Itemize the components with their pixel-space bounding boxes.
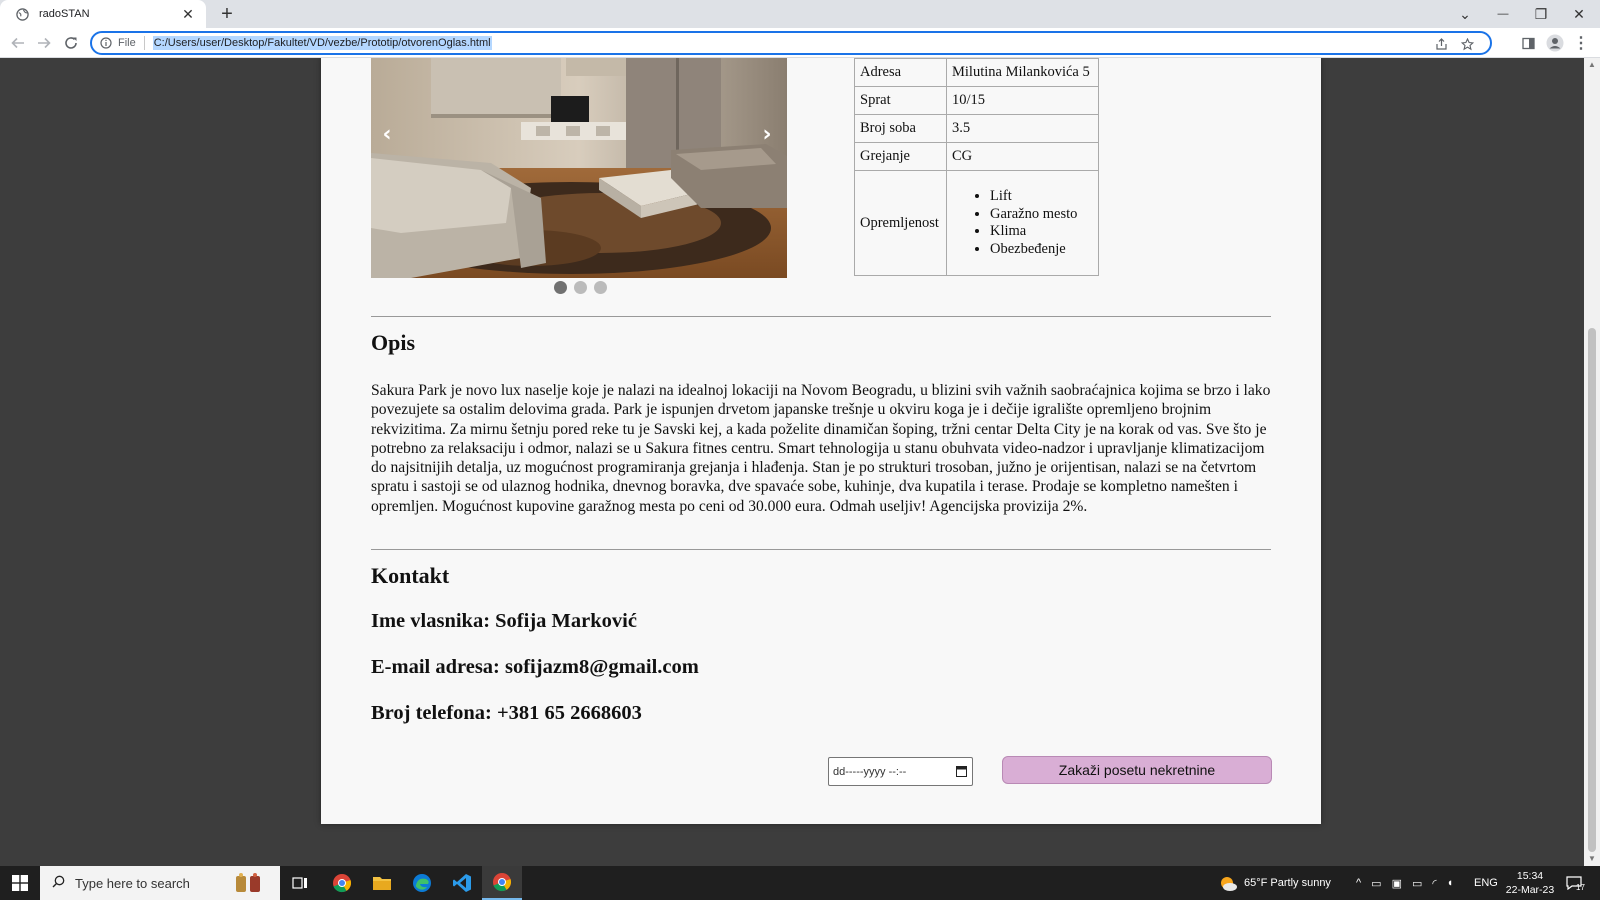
- search-placeholder: Type here to search: [75, 875, 190, 891]
- clock-date: 22-Mar-23: [1505, 884, 1555, 896]
- site-info-button[interactable]: File: [100, 36, 145, 50]
- chrome-active-app-icon[interactable]: [482, 866, 522, 900]
- globe-icon: [16, 7, 30, 21]
- notification-center[interactable]: 17: [1566, 866, 1585, 900]
- language-indicator[interactable]: ENG: [1474, 866, 1498, 900]
- apartment-photo: [371, 58, 787, 278]
- slider-dot-1[interactable]: [554, 281, 567, 294]
- search-highlight-icon: [232, 872, 266, 897]
- meet-now-icon[interactable]: ▭: [1371, 877, 1381, 890]
- owner-email: E-mail adresa: sofijazm8@gmail.com: [371, 656, 699, 678]
- weather-text: 65°F Partly sunny: [1244, 877, 1331, 889]
- side-panel-icon[interactable]: [1517, 32, 1539, 54]
- address-bar[interactable]: File C:/Users/user/Desktop/Fakultet/VD/v…: [90, 31, 1492, 55]
- taskbar-clock[interactable]: 15:34 22-Mar-23: [1502, 869, 1558, 897]
- browser-tab[interactable]: radoSTAN ✕: [0, 0, 206, 28]
- scroll-thumb[interactable]: [1588, 328, 1596, 852]
- image-slider: ‹ ›: [371, 58, 787, 278]
- menu-kebab-icon[interactable]: ⋮: [1570, 32, 1592, 54]
- site-info-label: File: [118, 37, 136, 49]
- scroll-down-icon[interactable]: ▼: [1588, 854, 1596, 863]
- chevron-up-icon[interactable]: ^: [1356, 877, 1361, 889]
- battery-icon[interactable]: ▭: [1412, 877, 1422, 890]
- display-icon[interactable]: ▣: [1392, 877, 1402, 890]
- equipment-list: Lift Garažno mesto Klima Obezbeđenje: [952, 188, 1093, 258]
- scroll-up-icon[interactable]: ▲: [1588, 60, 1596, 69]
- close-window-button[interactable]: ✕: [1560, 0, 1598, 28]
- file-explorer-icon[interactable]: [362, 866, 402, 900]
- vscode-app-icon[interactable]: [442, 866, 482, 900]
- wifi-icon[interactable]: ◜: [1432, 877, 1436, 890]
- table-row: Broj soba 3.5: [854, 114, 1099, 143]
- url-text[interactable]: C:/Users/user/Desktop/Fakultet/VD/vezbe/…: [152, 36, 492, 50]
- edge-app-icon[interactable]: [402, 866, 442, 900]
- weather-sun-icon: [1218, 874, 1238, 892]
- visit-datetime-input[interactable]: dd-----yyyy --:--: [828, 757, 973, 786]
- detail-label: Sprat: [854, 86, 947, 115]
- prev-slide-button[interactable]: ‹: [375, 122, 399, 148]
- reload-icon[interactable]: [60, 32, 82, 54]
- task-view-icon[interactable]: [280, 866, 320, 900]
- slider-dots: [554, 281, 607, 294]
- detail-value: Lift Garažno mesto Klima Obezbeđenje: [946, 170, 1099, 276]
- profile-avatar-icon[interactable]: [1544, 32, 1566, 54]
- close-tab-icon[interactable]: ✕: [180, 6, 196, 23]
- detail-value: 10/15: [946, 86, 1099, 115]
- list-item: Klima: [990, 223, 1093, 241]
- share-icon[interactable]: [1432, 35, 1450, 53]
- browser-toolbar: File C:/Users/user/Desktop/Fakultet/VD/v…: [0, 28, 1600, 58]
- back-arrow-icon[interactable]: [7, 32, 29, 54]
- detail-value: Milutina Milankovića 5: [946, 58, 1099, 87]
- property-details-table: Adresa Milutina Milankovića 5 Sprat 10/1…: [854, 58, 1099, 276]
- volume-icon[interactable]: ◖: [1447, 877, 1454, 889]
- star-icon[interactable]: [1458, 35, 1476, 53]
- clock-time: 15:34: [1516, 870, 1544, 882]
- search-icon: [52, 875, 65, 891]
- windows-taskbar: Type here to search 65°F Partly sunny ^ …: [0, 866, 1600, 900]
- calendar-icon[interactable]: [956, 765, 967, 777]
- forward-arrow-icon[interactable]: [33, 32, 55, 54]
- table-row: Sprat 10/15: [854, 86, 1099, 115]
- contact-heading: Kontakt: [371, 563, 450, 588]
- detail-label: Adresa: [854, 58, 947, 87]
- info-icon: [100, 37, 112, 49]
- list-item: Lift: [990, 188, 1093, 206]
- list-item: Obezbeđenje: [990, 241, 1093, 259]
- table-row: Adresa Milutina Milankovića 5: [854, 58, 1099, 87]
- description-text: Sakura Park je novo lux naselje koje je …: [371, 382, 1271, 515]
- next-slide-button[interactable]: ›: [755, 122, 779, 148]
- divider: [371, 549, 1271, 550]
- slider-dot-3[interactable]: [594, 281, 607, 294]
- new-tab-button[interactable]: +: [216, 3, 238, 25]
- detail-value: 3.5: [946, 114, 1099, 143]
- weather-widget[interactable]: 65°F Partly sunny: [1218, 866, 1331, 900]
- detail-label: Opremljenost: [854, 170, 947, 276]
- page-viewport: ‹ › Adresa Milutina Milankovića 5 Sprat …: [0, 58, 1584, 866]
- restore-button[interactable]: ❐: [1522, 0, 1560, 28]
- windows-start-icon[interactable]: [0, 866, 40, 900]
- tab-strip: radoSTAN ✕ + ⌄ — ❐ ✕: [0, 0, 1600, 28]
- slider-dot-2[interactable]: [574, 281, 587, 294]
- listing-card: ‹ › Adresa Milutina Milankovića 5 Sprat …: [321, 58, 1321, 824]
- owner-phone: Broj telefona: +381 65 2668603: [371, 702, 642, 724]
- detail-value: CG: [946, 142, 1099, 171]
- table-row: Grejanje CG: [854, 142, 1099, 171]
- page-scrollbar[interactable]: ▲ ▼: [1584, 58, 1600, 866]
- table-row: Opremljenost Lift Garažno mesto Klima Ob…: [854, 170, 1099, 276]
- minimize-button[interactable]: —: [1484, 0, 1522, 28]
- datetime-placeholder: dd-----yyyy --:--: [833, 765, 907, 778]
- chrome-app-icon[interactable]: [322, 866, 362, 900]
- owner-name: Ime vlasnika: Sofija Marković: [371, 610, 637, 632]
- list-item: Garažno mesto: [990, 206, 1093, 224]
- tab-title: radoSTAN: [39, 8, 90, 20]
- description-heading: Opis: [371, 330, 416, 355]
- detail-label: Broj soba: [854, 114, 947, 143]
- schedule-visit-button[interactable]: Zakaži posetu nekretnine: [1002, 756, 1272, 784]
- taskbar-search[interactable]: Type here to search: [40, 866, 280, 900]
- tab-search-icon[interactable]: ⌄: [1446, 0, 1484, 28]
- system-tray: ^ ▭ ▣ ▭ ◜ ◖: [1356, 866, 1453, 900]
- divider: [371, 316, 1271, 317]
- detail-label: Grejanje: [854, 142, 947, 171]
- notification-count: 17: [1576, 882, 1585, 892]
